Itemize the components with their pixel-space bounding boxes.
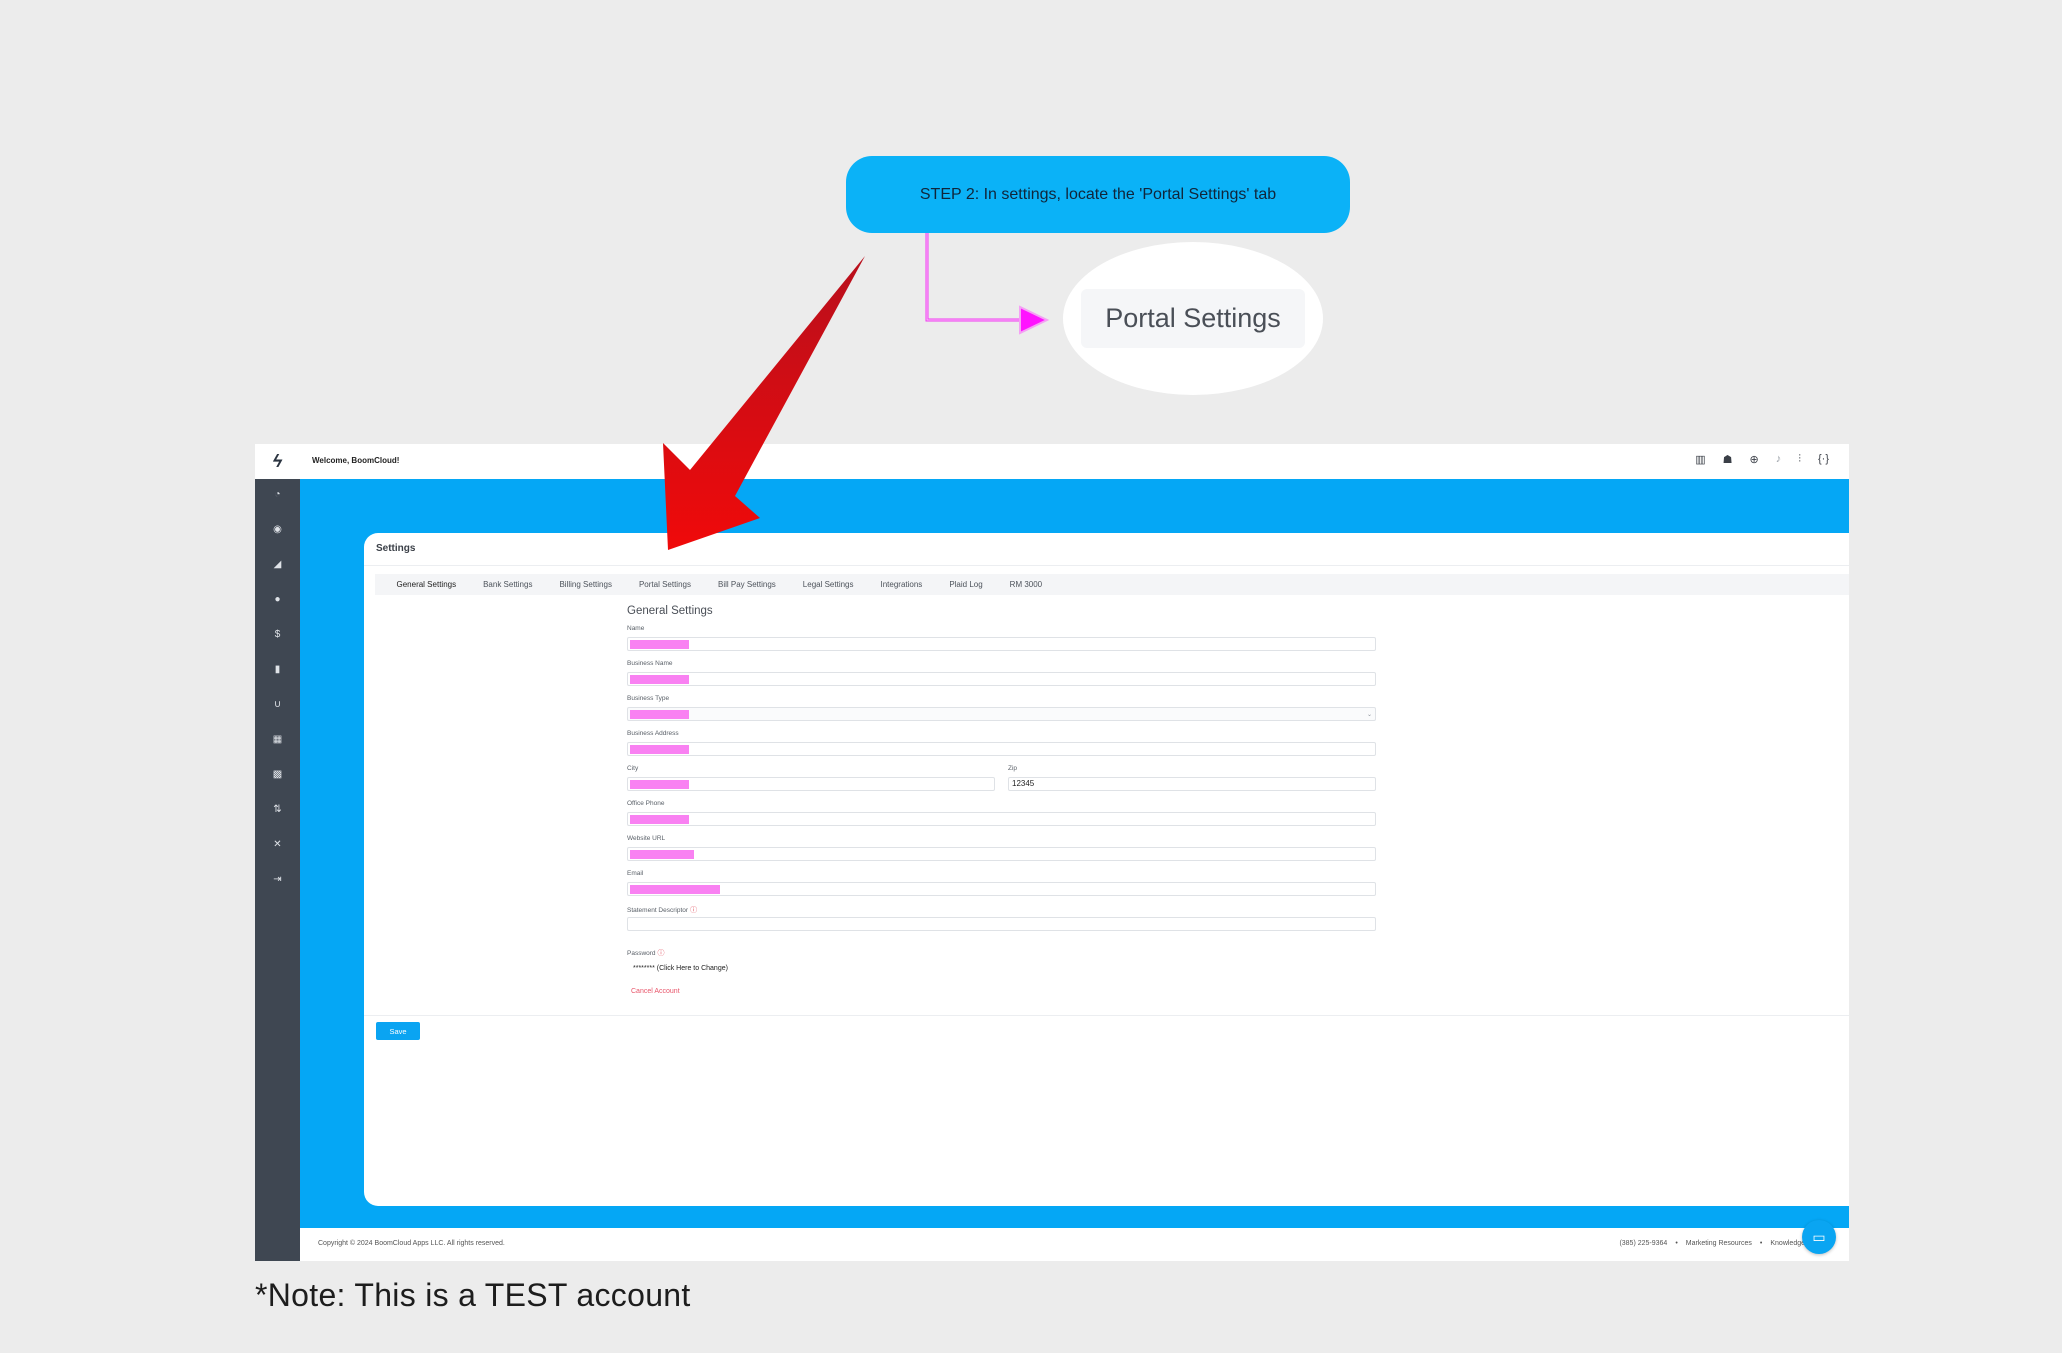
redaction (630, 640, 689, 649)
connector-line (925, 233, 1023, 322)
qr-code-icon[interactable]: ▩ (267, 764, 288, 785)
knowledge-link[interactable]: Knowledge (1770, 1240, 1805, 1247)
top-bar: ϟ Welcome, BoomCloud! ▥ ☗ ⊕ ♪ ⫶ {·} (255, 444, 1849, 480)
tab-billing-settings[interactable]: Billing Settings (546, 580, 625, 589)
office-phone-field[interactable] (627, 812, 1376, 826)
tab-plaid-log[interactable]: Plaid Log (936, 580, 996, 589)
settings-tabs: General Settings Bank Settings Billing S… (375, 574, 1849, 595)
bell-icon[interactable]: ♪ (1776, 453, 1782, 466)
business-type-label: Business Type (627, 695, 670, 702)
dashboard-icon[interactable]: ◔ (267, 484, 288, 505)
business-address-label: Business Address (627, 730, 679, 737)
save-button[interactable]: Save (376, 1022, 420, 1040)
divider (364, 1015, 1849, 1016)
email-label: Email (627, 870, 644, 877)
redaction (630, 675, 689, 684)
copyright-text: Copyright © 2024 BoomCloud Apps LLC. All… (318, 1240, 505, 1247)
help-icon[interactable]: ⓘ (690, 907, 697, 914)
name-label: Name (627, 625, 645, 632)
footer-separator: • (1675, 1240, 1678, 1247)
step-text: STEP 2: In settings, locate the 'Portal … (919, 185, 1277, 203)
lifebuoy-icon[interactable]: ⊕ (1750, 453, 1759, 466)
library-icon[interactable]: ▥ (1695, 453, 1705, 466)
redaction (630, 850, 694, 859)
sliders-icon[interactable]: ⫶ (1798, 453, 1801, 466)
redaction (630, 710, 689, 719)
sort-icon[interactable]: ⇅ (267, 799, 288, 820)
city-field[interactable] (627, 777, 995, 791)
marketing-resources-link[interactable]: Marketing Resources (1686, 1240, 1752, 1247)
email-field[interactable] (627, 882, 1376, 896)
app-screenshot: ϟ Welcome, BoomCloud! ▥ ☗ ⊕ ♪ ⫶ {·} ◔ ◉ … (255, 444, 1849, 1261)
office-phone-label: Office Phone (627, 800, 665, 807)
tab-bank-settings[interactable]: Bank Settings (470, 580, 546, 589)
redaction (630, 780, 689, 789)
change-password-link[interactable]: ******** (Click Here to Change) (633, 965, 728, 972)
calendar-icon[interactable]: ▦ (267, 729, 288, 750)
password-label: Password ⓘ (627, 948, 665, 958)
lightning-logo-icon[interactable]: ϟ (255, 444, 300, 479)
code-brackets-icon[interactable]: {·} (1818, 453, 1829, 466)
tab-legal-settings[interactable]: Legal Settings (789, 580, 867, 589)
name-field[interactable] (627, 637, 1376, 651)
tab-bill-pay-settings[interactable]: Bill Pay Settings (704, 580, 789, 589)
logout-icon[interactable]: ⇥ (267, 869, 288, 890)
business-type-select[interactable]: ⌄ (627, 707, 1376, 721)
redaction (630, 815, 689, 824)
zip-field[interactable]: 12345 (1008, 777, 1376, 791)
tools-icon[interactable]: ✕ (267, 834, 288, 855)
redaction (630, 745, 689, 754)
sidebar: ◔ ◉ ◢ ● $ ▮ ∪ ▦ ▩ ⇅ ✕ ⇥ (255, 479, 300, 1261)
redaction (630, 885, 720, 894)
website-url-label: Website URL (627, 835, 666, 842)
top-icon-bar: ▥ ☗ ⊕ ♪ ⫶ {·} (1695, 453, 1829, 466)
chevron-down-icon: ⌄ (1366, 712, 1372, 718)
zoom-magnifier: Portal Settings (1063, 242, 1323, 395)
section-title: General Settings (627, 605, 713, 617)
connector-line-glow (926, 233, 1023, 321)
website-url-field[interactable] (627, 847, 1376, 861)
test-account-note: *Note: This is a TEST account (255, 1277, 691, 1313)
tab-portal-settings[interactable]: Portal Settings (625, 580, 704, 589)
statement-descriptor-label: Statement Descriptor ⓘ (627, 905, 697, 915)
content-area: Settings General Settings Bank Settings … (300, 479, 1849, 1228)
welcome-text: Welcome, BoomCloud! (312, 456, 400, 465)
magnet-icon[interactable]: ∪ (267, 694, 288, 715)
zoom-portal-settings-label: Portal Settings (1081, 289, 1305, 348)
footer-separator: • (1759, 1240, 1763, 1247)
tab-integrations[interactable]: Integrations (867, 580, 936, 589)
settings-card: Settings General Settings Bank Settings … (364, 533, 1849, 1206)
help-icon[interactable]: ⓘ (658, 950, 665, 957)
business-name-label: Business Name (627, 660, 673, 667)
graduation-cap-icon[interactable]: ☗ (1723, 453, 1733, 466)
bar-chart-icon[interactable]: ▮ (267, 659, 288, 680)
tab-general-settings[interactable]: General Settings (383, 580, 470, 589)
footer-phone-link[interactable]: (385) 225-9364 (1619, 1240, 1667, 1247)
chat-icon[interactable]: ▭ (1802, 1220, 1836, 1254)
chart-down-icon[interactable]: ◢ (267, 554, 288, 575)
compass-icon[interactable]: ◉ (267, 519, 288, 540)
footer-links: (385) 225-9364 • Marketing Resources • K… (1619, 1240, 1805, 1247)
statement-descriptor-label-text: Statement Descriptor (627, 907, 689, 914)
zip-label: Zip (1008, 765, 1018, 772)
city-label: City (627, 765, 639, 772)
triangle-arrow-icon (1019, 305, 1050, 335)
divider (364, 565, 1849, 566)
business-name-field[interactable] (627, 672, 1376, 686)
business-address-field[interactable] (627, 742, 1376, 756)
statement-descriptor-field[interactable] (627, 917, 1376, 931)
users-icon[interactable]: ● (267, 589, 288, 610)
password-label-text: Password (627, 950, 656, 957)
tab-rm-3000[interactable]: RM 3000 (996, 580, 1055, 589)
dollar-icon[interactable]: $ (267, 624, 288, 645)
step-callout: STEP 2: In settings, locate the 'Portal … (846, 156, 1350, 233)
footer: Copyright © 2024 BoomCloud Apps LLC. All… (300, 1228, 1849, 1261)
cancel-account-link[interactable]: Cancel Account (631, 988, 680, 995)
settings-title: Settings (376, 543, 416, 554)
